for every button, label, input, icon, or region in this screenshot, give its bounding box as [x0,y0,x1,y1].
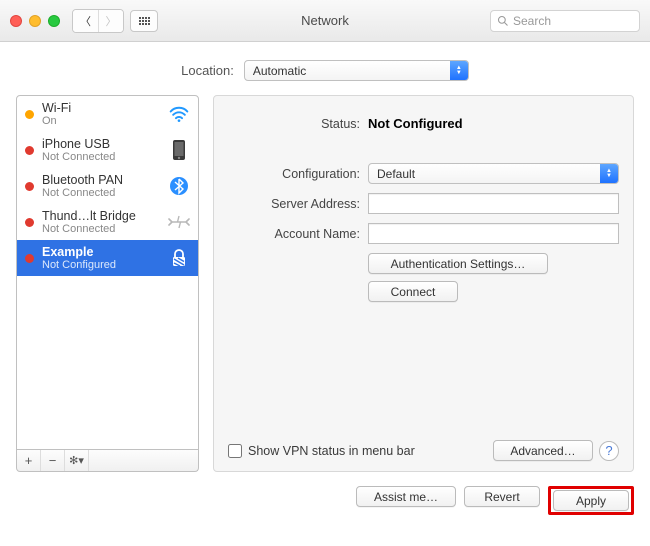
nav-back-forward: 〈 〉 [72,9,124,33]
vpn-checkbox-row: Show VPN status in menu bar Advanced… ? [228,440,619,461]
service-name: Example [42,245,160,259]
server-address-label: Server Address: [228,197,368,211]
show-all-button[interactable] [130,10,158,32]
titlebar: 〈 〉 Network Search [0,0,650,42]
location-label: Location: [181,63,234,78]
close-window-button[interactable] [10,15,22,27]
footer: Assist me… Revert Apply [0,472,650,515]
status-row: Status: Not Configured [228,116,619,131]
help-button[interactable]: ? [599,441,619,461]
status-dot [25,110,34,119]
zoom-window-button[interactable] [48,15,60,27]
service-name: iPhone USB [42,137,160,151]
grid-icon [139,17,150,25]
sidebar: Wi-Fi On iPhone USB Not Connected [16,95,199,472]
chevron-updown-icon: ▲▼ [600,164,618,183]
window-controls [10,15,60,27]
lock-icon [168,247,190,269]
show-vpn-label: Show VPN status in menu bar [248,444,415,458]
status-label: Status: [228,117,368,131]
status-dot [25,182,34,191]
service-name: Wi-Fi [42,101,160,115]
account-name-input[interactable] [368,223,619,244]
status-dot [25,218,34,227]
wifi-icon [168,103,190,125]
service-iphone-usb[interactable]: iPhone USB Not Connected [17,132,198,168]
location-popup[interactable]: Automatic ▲▼ [244,60,469,81]
configuration-popup[interactable]: Default ▲▼ [368,163,619,184]
account-name-row: Account Name: [228,223,619,244]
search-field[interactable]: Search [490,10,640,32]
phone-icon [168,139,190,161]
service-example[interactable]: Example Not Configured [17,240,198,276]
search-icon [497,15,509,27]
show-vpn-checkbox[interactable] [228,444,242,458]
minimize-window-button[interactable] [29,15,41,27]
main-area: Wi-Fi On iPhone USB Not Connected [0,95,650,472]
service-action-menu[interactable]: ✻▾ [65,450,89,471]
service-name: Bluetooth PAN [42,173,160,187]
configuration-value: Default [377,167,415,181]
advanced-button[interactable]: Advanced… [493,440,593,461]
server-address-input[interactable] [368,193,619,214]
service-wifi[interactable]: Wi-Fi On [17,96,198,132]
bluetooth-icon [168,175,190,197]
service-name: Thund…lt Bridge [42,209,160,223]
account-name-label: Account Name: [228,227,368,241]
status-dot [25,146,34,155]
search-placeholder: Search [513,14,551,28]
service-thunderbolt-bridge[interactable]: Thund…lt Bridge Not Connected [17,204,198,240]
location-value: Automatic [253,64,306,78]
chevron-updown-icon: ▲▼ [450,61,468,80]
service-status: Not Configured [42,259,160,271]
forward-button[interactable]: 〉 [98,10,123,32]
service-status: Not Connected [42,223,160,235]
status-dot [25,254,34,263]
auth-settings-button[interactable]: Authentication Settings… [368,253,548,274]
service-bluetooth-pan[interactable]: Bluetooth PAN Not Connected [17,168,198,204]
configuration-label: Configuration: [228,167,368,181]
service-list-toolbar: + − ✻▾ [16,450,199,472]
service-status: Not Connected [42,151,160,163]
apply-highlight: Apply [548,486,634,515]
service-list[interactable]: Wi-Fi On iPhone USB Not Connected [16,95,199,450]
connect-button[interactable]: Connect [368,281,458,302]
window-title: Network [301,13,349,28]
apply-button[interactable]: Apply [553,490,629,511]
configuration-row: Configuration: Default ▲▼ [228,163,619,184]
server-address-row: Server Address: [228,193,619,214]
service-status: Not Connected [42,187,160,199]
thunderbolt-icon [168,211,190,233]
detail-panel: Status: Not Configured Configuration: De… [213,95,634,472]
service-status: On [42,115,160,127]
revert-button[interactable]: Revert [464,486,540,507]
back-button[interactable]: 〈 [73,10,98,32]
remove-service-button[interactable]: − [41,450,65,471]
add-service-button[interactable]: + [17,450,41,471]
assist-me-button[interactable]: Assist me… [356,486,456,507]
location-row: Location: Automatic ▲▼ [0,42,650,95]
status-value: Not Configured [368,116,463,131]
